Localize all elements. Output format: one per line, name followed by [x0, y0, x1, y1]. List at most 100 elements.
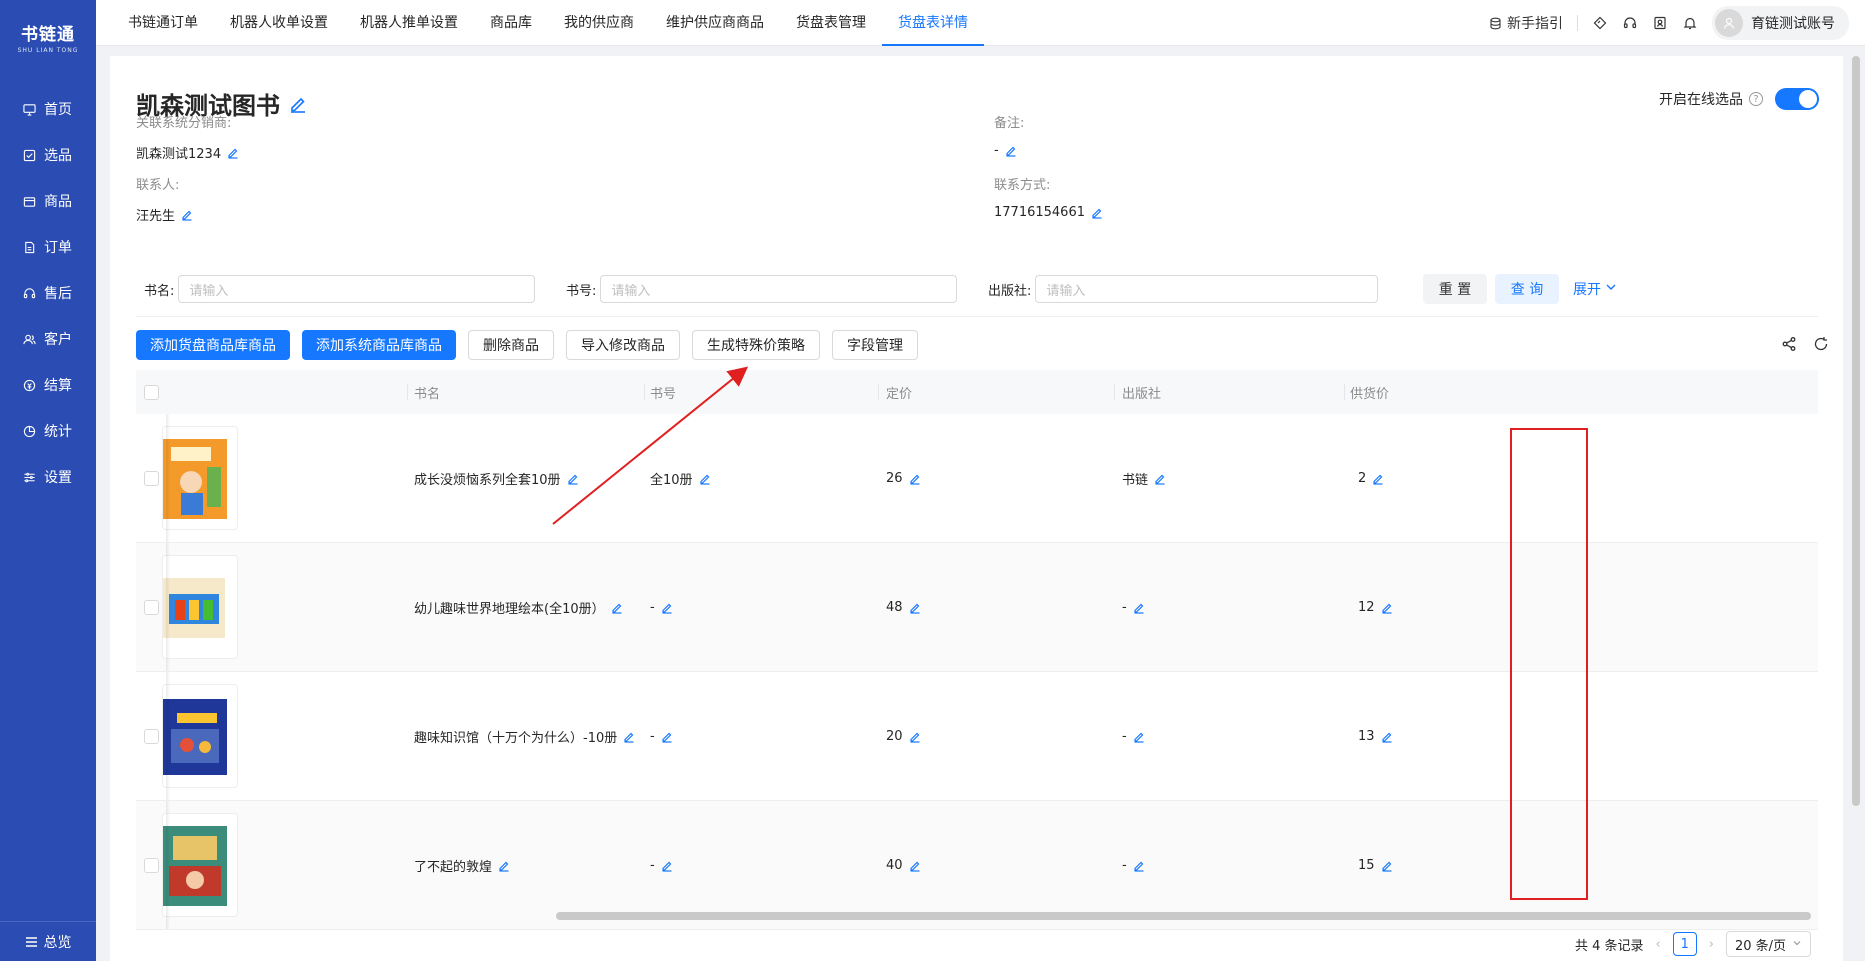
online-selection-switch[interactable]: [1775, 88, 1819, 110]
tab-product-library[interactable]: 商品库: [474, 0, 548, 46]
edit-pencil-icon[interactable]: [909, 473, 921, 485]
isbn-input[interactable]: 请输入: [600, 275, 958, 303]
edit-pencil-icon[interactable]: [498, 860, 510, 872]
isbn-value: -: [650, 600, 655, 615]
edit-pencil-icon[interactable]: [1133, 731, 1145, 743]
sidebar-item-orders[interactable]: 订单: [0, 224, 96, 270]
column-separator: [1344, 384, 1345, 400]
select-all-checkbox[interactable]: [144, 370, 159, 414]
column-header-isbn[interactable]: 书号: [650, 370, 676, 414]
edit-pencil-icon[interactable]: [1381, 602, 1393, 614]
row-checkbox[interactable]: [144, 543, 159, 672]
column-header-name[interactable]: 书名: [414, 370, 440, 414]
book-name: 趣味知识馆（十万个为什么）-10册: [414, 731, 618, 746]
edit-pencil-icon[interactable]: [181, 209, 193, 221]
book-name-input[interactable]: 请输入: [178, 275, 536, 303]
reset-button[interactable]: 重 置: [1423, 274, 1487, 304]
app-logo[interactable]: 书链通 SHU LIAN TONG: [0, 0, 96, 70]
add-system-product-button[interactable]: 添加系统商品库商品: [302, 330, 456, 360]
edit-pencil-icon[interactable]: [1381, 860, 1393, 872]
edit-pencil-icon[interactable]: [1133, 602, 1145, 614]
chevron-down-icon: [1605, 281, 1617, 297]
sidebar-item-customers[interactable]: 客户: [0, 316, 96, 362]
tab-supplier-products[interactable]: 维护供应商商品: [650, 0, 780, 46]
sidebar-item-aftersale[interactable]: 售后: [0, 270, 96, 316]
sidebar-item-selection[interactable]: 选品: [0, 132, 96, 178]
horizontal-scrollbar[interactable]: [556, 912, 1811, 920]
edit-title-icon[interactable]: [288, 94, 308, 114]
document-icon: [22, 240, 36, 254]
help-icon[interactable]: ?: [1749, 92, 1763, 106]
sidebar-item-settings[interactable]: 设置: [0, 454, 96, 500]
sidebar-item-label: 设置: [44, 470, 72, 486]
edit-pencil-icon[interactable]: [611, 602, 623, 614]
price-value: 40: [886, 858, 903, 873]
distributor-value: 凯森测试1234: [136, 147, 222, 162]
tab-pallet-management[interactable]: 货盘表管理: [780, 0, 882, 46]
current-page-button[interactable]: 1: [1672, 932, 1697, 956]
edit-pencil-icon[interactable]: [1091, 207, 1103, 219]
edit-pencil-icon[interactable]: [909, 602, 921, 614]
headset-icon[interactable]: [1622, 15, 1638, 31]
guide-button[interactable]: 新手指引: [1487, 13, 1563, 33]
bell-icon[interactable]: [1682, 15, 1698, 31]
tab-my-suppliers[interactable]: 我的供应商: [548, 0, 650, 46]
column-header-supply-price[interactable]: 供货价: [1350, 370, 1389, 414]
delete-product-button[interactable]: 删除商品: [468, 330, 554, 360]
account-menu[interactable]: 育链测试账号: [1712, 6, 1849, 40]
edit-pencil-icon[interactable]: [1133, 860, 1145, 872]
publisher-input[interactable]: 请输入: [1035, 275, 1379, 303]
sidebar-item-products[interactable]: 商品: [0, 178, 96, 224]
sidebar-item-label: 统计: [44, 424, 72, 440]
refresh-icon[interactable]: [1813, 336, 1829, 356]
tab-pallet-detail[interactable]: 货盘表详情: [882, 0, 984, 46]
add-pallet-product-button[interactable]: 添加货盘商品库商品: [136, 330, 290, 360]
diamond-icon[interactable]: [1592, 15, 1608, 31]
book-cover-image: [162, 684, 238, 788]
sidebar-item-settlement[interactable]: 结算: [0, 362, 96, 408]
sidebar-overview-toggle[interactable]: 总览: [0, 921, 96, 961]
tab-robot-receive-settings[interactable]: 机器人收单设置: [214, 0, 344, 46]
column-header-price[interactable]: 定价: [886, 370, 912, 414]
field-management-button[interactable]: 字段管理: [832, 330, 918, 360]
page-size-select[interactable]: 20 条/页: [1725, 931, 1811, 957]
next-page-icon[interactable]: ›: [1709, 937, 1714, 952]
tab-robot-push-settings[interactable]: 机器人推单设置: [344, 0, 474, 46]
divider: [1577, 15, 1578, 31]
price-cell: 40: [886, 801, 921, 930]
import-modify-button[interactable]: 导入修改商品: [566, 330, 680, 360]
edit-pencil-icon[interactable]: [1154, 473, 1166, 485]
sidebar-item-statistics[interactable]: 统计: [0, 408, 96, 454]
edit-pencil-icon[interactable]: [1381, 731, 1393, 743]
prev-page-icon[interactable]: ‹: [1656, 937, 1661, 952]
row-checkbox[interactable]: [144, 801, 159, 930]
share-icon[interactable]: [1781, 336, 1797, 356]
column-header-publisher[interactable]: 出版社: [1122, 370, 1161, 414]
tab-orders[interactable]: 书链通订单: [112, 0, 214, 46]
book-name: 了不起的敦煌: [414, 860, 493, 875]
expand-button[interactable]: 展开: [1573, 279, 1617, 299]
edit-pencil-icon[interactable]: [227, 147, 239, 159]
fixed-column-shadow: [166, 414, 170, 542]
edit-pencil-icon[interactable]: [909, 860, 921, 872]
contact-book-icon[interactable]: [1652, 15, 1668, 31]
generate-special-price-button[interactable]: 生成特殊价策略: [692, 330, 820, 360]
edit-pencil-icon[interactable]: [1372, 473, 1384, 485]
row-checkbox[interactable]: [144, 672, 159, 801]
publisher-cell: 书链: [1122, 414, 1166, 543]
query-button[interactable]: 查 询: [1495, 274, 1559, 304]
contact-field: 联系人: 汪先生: [136, 174, 193, 224]
phone-label: 联系方式:: [994, 178, 1051, 193]
edit-pencil-icon[interactable]: [909, 731, 921, 743]
edit-pencil-icon[interactable]: [623, 731, 635, 743]
edit-pencil-icon[interactable]: [567, 473, 579, 485]
edit-pencil-icon[interactable]: [661, 731, 673, 743]
vertical-scrollbar[interactable]: [1852, 56, 1860, 806]
edit-pencil-icon[interactable]: [1005, 145, 1017, 157]
sidebar-item-home[interactable]: 首页: [0, 86, 96, 132]
edit-pencil-icon[interactable]: [661, 602, 673, 614]
edit-pencil-icon[interactable]: [699, 473, 711, 485]
edit-pencil-icon[interactable]: [661, 860, 673, 872]
row-checkbox[interactable]: [144, 414, 159, 543]
book-name-cell: 成长没烦恼系列全套10册: [414, 414, 579, 543]
